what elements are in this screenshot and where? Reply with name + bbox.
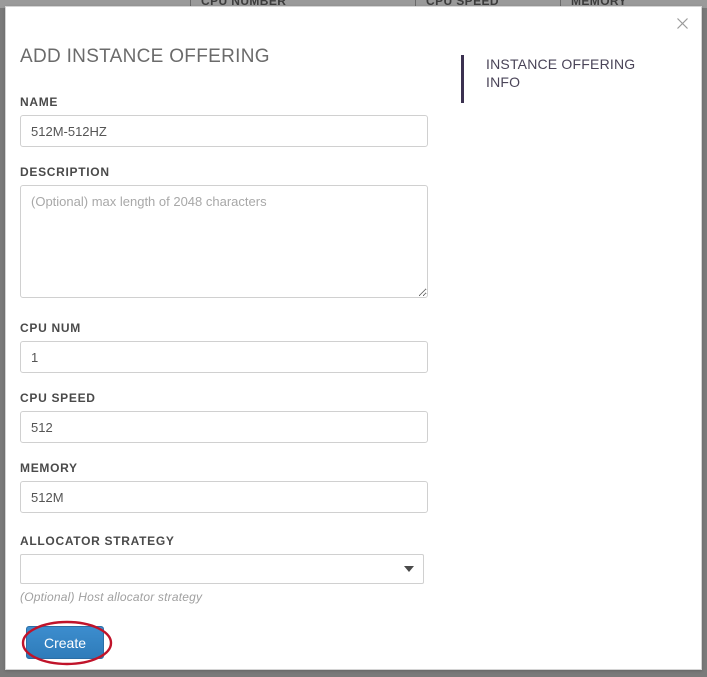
label-memory: MEMORY [20, 461, 78, 475]
name-input[interactable] [20, 115, 428, 147]
field-name: NAME [20, 95, 428, 147]
field-cpu-num: CPU NUM [20, 321, 428, 373]
allocator-strategy-select-wrap [20, 554, 424, 584]
dialog-title: ADD INSTANCE OFFERING [20, 46, 270, 67]
label-cpu-speed: CPU SPEED [20, 391, 96, 405]
create-button[interactable]: Create [26, 626, 104, 659]
label-description: DESCRIPTION [20, 165, 110, 179]
label-name: NAME [20, 95, 59, 109]
label-allocator-strategy: ALLOCATOR STRATEGY [20, 534, 175, 548]
field-description: DESCRIPTION [20, 165, 428, 303]
create-button-area: Create [20, 619, 140, 667]
field-memory: MEMORY [20, 461, 428, 513]
allocator-strategy-select[interactable] [20, 554, 424, 584]
info-panel-title: INSTANCE OFFERING INFO [486, 56, 636, 90]
add-instance-offering-dialog: ADD INSTANCE OFFERING INSTANCE OFFERING … [5, 6, 702, 670]
cpu-speed-input[interactable] [20, 411, 428, 443]
allocator-strategy-hint: (Optional) Host allocator strategy [20, 590, 203, 604]
field-allocator-strategy: ALLOCATOR STRATEGY (Optional) Host alloc… [20, 534, 428, 604]
cpu-num-input[interactable] [20, 341, 428, 373]
instance-offering-form: NAME DESCRIPTION CPU NUM CPU SPEED MEMOR… [20, 95, 428, 604]
memory-input[interactable] [20, 481, 428, 513]
label-cpu-num: CPU NUM [20, 321, 81, 335]
description-textarea[interactable] [20, 185, 428, 298]
close-icon[interactable] [671, 12, 693, 34]
field-cpu-speed: CPU SPEED [20, 391, 428, 443]
instance-offering-info-panel: INSTANCE OFFERING INFO [461, 55, 691, 103]
